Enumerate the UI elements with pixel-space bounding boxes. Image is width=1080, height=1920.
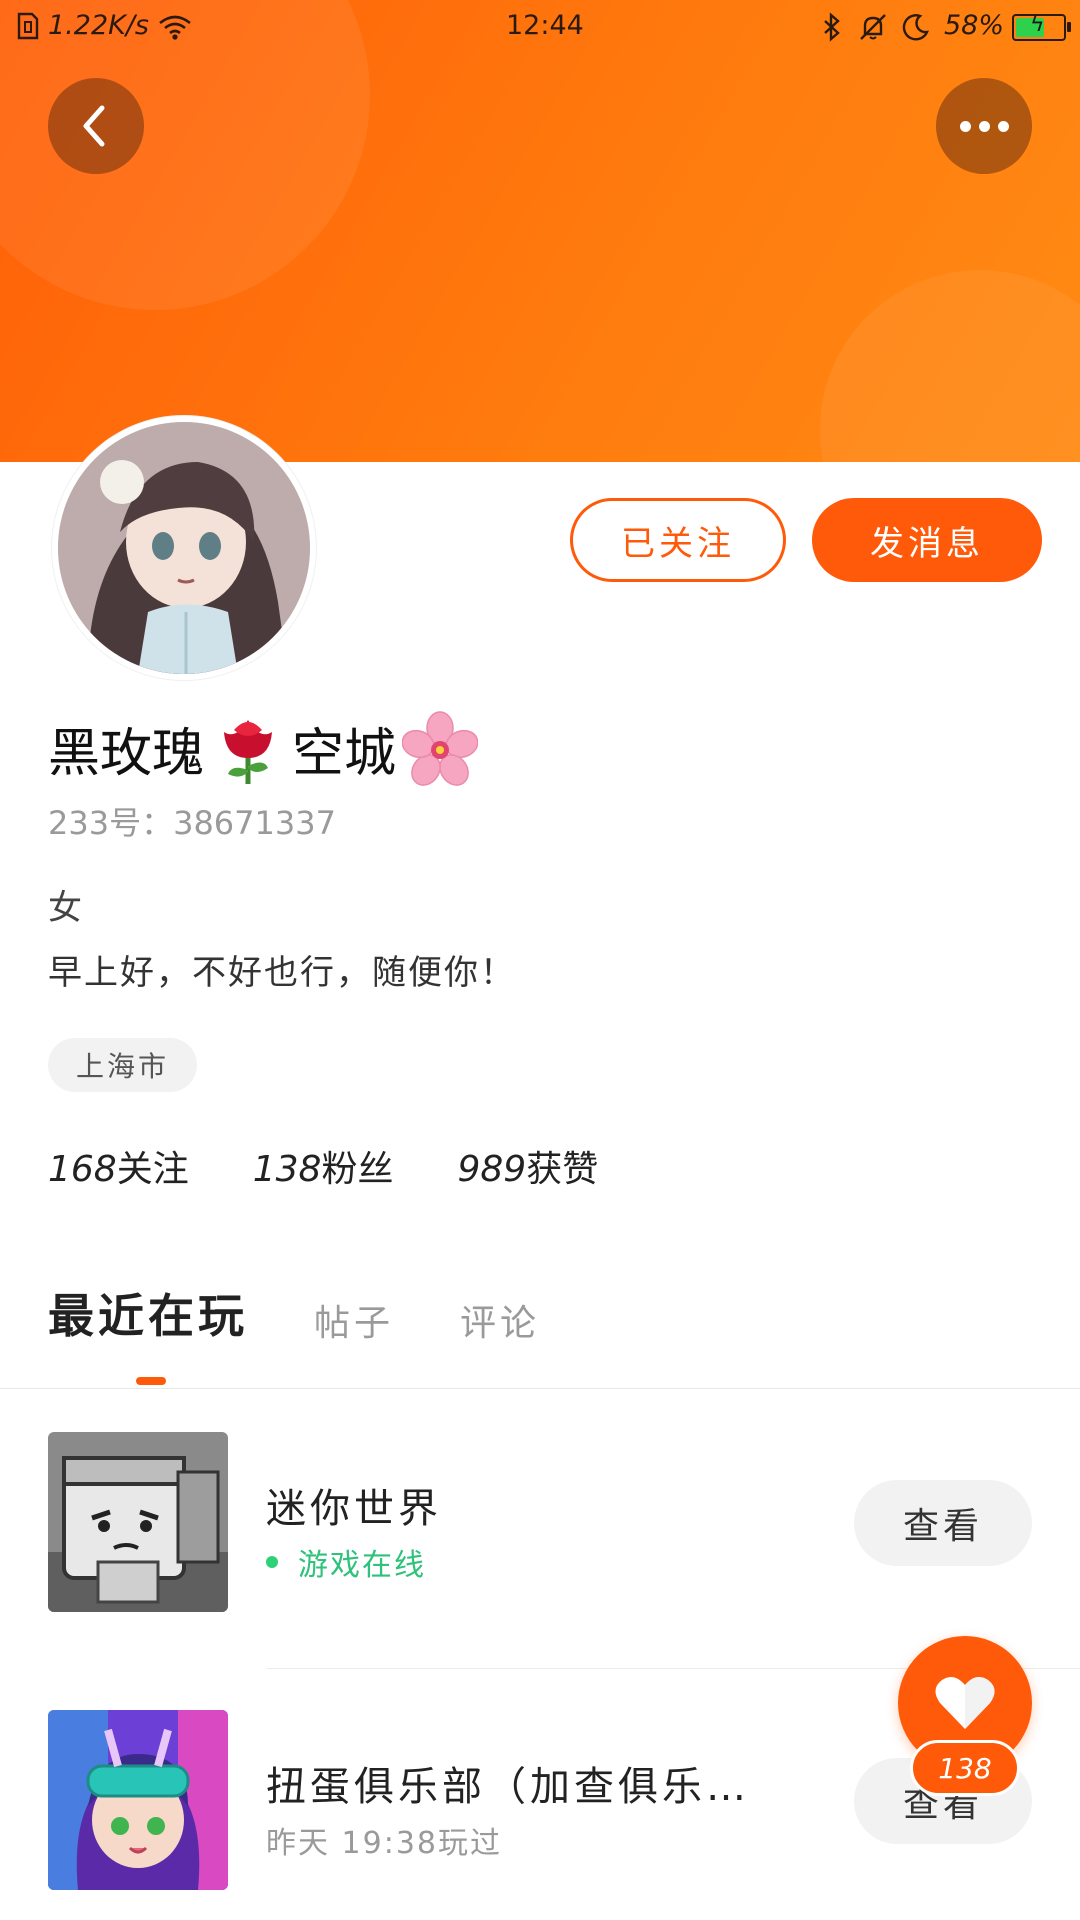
heart-icon [935,1676,995,1729]
battery-icon: ϟ [1012,12,1071,41]
battery-percent: 58% [944,10,1005,41]
view-button[interactable]: 查看 [854,1480,1032,1566]
stat-following[interactable]: 168关注 [48,1140,189,1192]
game-row[interactable]: 迷你世界 游戏在线 查看 [0,1432,1080,1612]
tab-comments[interactable]: 评论 [460,1294,540,1346]
online-dot-icon [266,1556,278,1568]
nickname-text-part2: 空城 [292,723,397,784]
cherry-blossom-emoji [402,711,479,786]
avatar-image [58,422,310,674]
wifi-icon [159,15,191,40]
game-status: 昨天 19:38玩过 [266,1818,502,1862]
sim-icon [17,12,39,40]
stat-likes[interactable]: 989获赞 [457,1140,598,1192]
more-dots-icon [959,120,1009,132]
account-id: 233号：38671337 [48,804,336,842]
mute-bell-icon [860,14,886,40]
like-count-badge: 138 [910,1740,1020,1796]
profile-stats: 168关注 138粉丝 989获赞 [48,1140,598,1192]
chevron-left-icon [83,105,105,147]
net-speed: 1.22K/s [48,10,149,41]
profile-header-background [0,0,1080,462]
status-bar: 1.22K/s 12:44 58% ϟ [0,0,1080,52]
clock: 12:44 [506,10,584,41]
game-status-text: 游戏在线 [298,1548,426,1583]
rose-emoji [224,720,273,784]
bluetooth-icon [824,12,840,42]
game-title: 迷你世界 [266,1486,442,1532]
game-title: 扭蛋俱乐部（加查俱乐… [266,1764,750,1810]
profile-tabs: 最近在玩 帖子 评论 [48,1280,606,1346]
tab-active-indicator [136,1377,166,1385]
stat-fans[interactable]: 138粉丝 [253,1140,394,1192]
game-status: 游戏在线 [266,1540,426,1584]
bio: 早上好，不好也行，随便你！ [48,953,516,993]
back-button[interactable] [48,78,144,174]
nickname: 黑玫瑰 空城 [48,710,484,786]
following-button[interactable]: 已关注 [570,498,786,582]
game-icon-gacha-club [48,1710,228,1890]
tab-posts[interactable]: 帖子 [314,1294,394,1346]
do-not-disturb-moon-icon [902,14,929,41]
gender: 女 [48,888,82,928]
game-status-text: 昨天 19:38玩过 [266,1826,502,1861]
location-tag: 上海市 [48,1038,198,1092]
tab-divider [0,1388,1080,1389]
more-button[interactable] [936,78,1032,174]
send-message-button[interactable]: 发消息 [812,498,1042,582]
avatar[interactable] [52,416,316,680]
nickname-text-part1: 黑玫瑰 [48,723,205,784]
game-icon-mini-world [48,1432,228,1612]
tab-recently-played[interactable]: 最近在玩 [48,1280,248,1346]
